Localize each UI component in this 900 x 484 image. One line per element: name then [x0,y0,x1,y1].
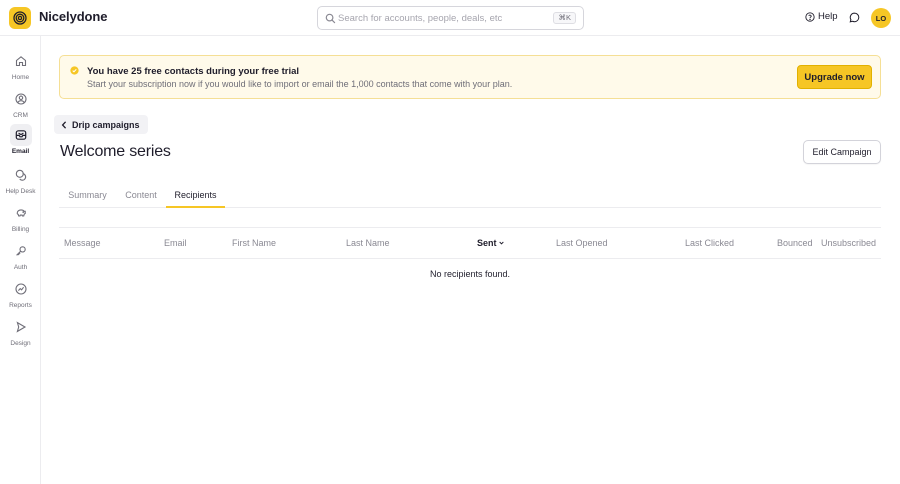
person-circle-icon [14,93,27,105]
global-search[interactable]: ⌘K [317,6,584,30]
search-input[interactable] [338,10,548,27]
sort-chevron-down-icon [498,241,504,245]
help-button[interactable]: Help [805,11,838,22]
piggy-bank-icon [16,209,26,217]
sidebar: Home CRM Email Help Desk Billing Auth Re… [0,36,41,484]
page-title: Welcome series [60,143,171,160]
search-icon [325,13,336,24]
sidebar-item-help-desk[interactable]: Help Desk [0,164,41,195]
help-circle-icon [805,11,815,22]
sidebar-item-label: Reports [9,302,32,309]
column-header-last-clicked[interactable]: Last Clicked [685,238,734,248]
sidebar-item-label: Billing [11,226,30,233]
trial-banner: You have 25 free contacts during your fr… [59,55,881,99]
sidebar-item-design[interactable]: Design [0,316,41,347]
pointer-icon [15,321,26,333]
campaign-tabs: Summary Content Recipients [59,184,881,208]
empty-state-message: No recipients found. [429,269,511,279]
sidebar-item-label: Email [11,148,30,155]
sidebar-item-label: Help Desk [5,188,36,195]
check-circle-icon [70,66,79,75]
column-header-sent-label: Sent [477,238,497,248]
column-header-unsubscribed[interactable]: Unsubscribed [821,238,876,248]
banner-description: Start your subscription now if you would… [87,79,513,89]
sidebar-item-crm[interactable]: CRM [0,88,41,119]
user-avatar[interactable]: LO [871,8,891,28]
upgrade-button[interactable]: Upgrade now [797,65,872,89]
banner-title: You have 25 free contacts during your fr… [87,66,300,77]
sidebar-item-label: Auth [13,264,28,271]
column-header-last-opened[interactable]: Last Opened [556,238,608,248]
sidebar-item-home[interactable]: Home [0,50,41,81]
chat-icon[interactable] [849,12,860,23]
chart-icon [14,283,27,295]
recipients-table: Message Email First Name Last Name Sent … [59,227,881,279]
home-icon [15,56,26,67]
chat-bubbles-icon [15,169,26,181]
sidebar-item-billing[interactable]: Billing [0,202,41,233]
tab-summary[interactable]: Summary [59,184,116,208]
edit-campaign-button[interactable]: Edit Campaign [803,140,881,164]
column-header-bounced[interactable]: Bounced [777,238,813,248]
help-label: Help [818,11,838,22]
mail-icon [15,130,26,140]
tab-recipients[interactable]: Recipients [166,184,225,208]
tab-content[interactable]: Content [117,184,165,208]
brand-name: Nicelydone [39,9,108,24]
column-header-last-name[interactable]: Last Name [346,238,390,248]
sidebar-item-email[interactable]: Email [0,124,41,155]
column-header-email[interactable]: Email [164,238,187,248]
top-bar: Nicelydone ⌘K Help LO [0,0,900,36]
sidebar-item-label: Home [11,74,30,81]
sidebar-item-label: Design [10,340,31,347]
sidebar-item-reports[interactable]: Reports [0,278,41,309]
search-shortcut-hint: ⌘K [553,12,576,24]
table-header: Message Email First Name Last Name Sent … [59,227,881,259]
back-link-drip-campaigns[interactable]: Drip campaigns [54,115,148,134]
spiral-logo-icon [13,11,27,25]
sidebar-item-auth[interactable]: Auth [0,240,41,271]
column-header-message[interactable]: Message [64,238,101,248]
back-link-label: Drip campaigns [72,119,140,130]
chevron-left-icon [61,120,67,129]
sidebar-item-label: CRM [13,112,28,119]
column-header-first-name[interactable]: First Name [232,238,276,248]
key-icon [15,246,26,256]
app-logo[interactable] [9,7,31,29]
column-header-sent[interactable]: Sent [477,238,504,248]
